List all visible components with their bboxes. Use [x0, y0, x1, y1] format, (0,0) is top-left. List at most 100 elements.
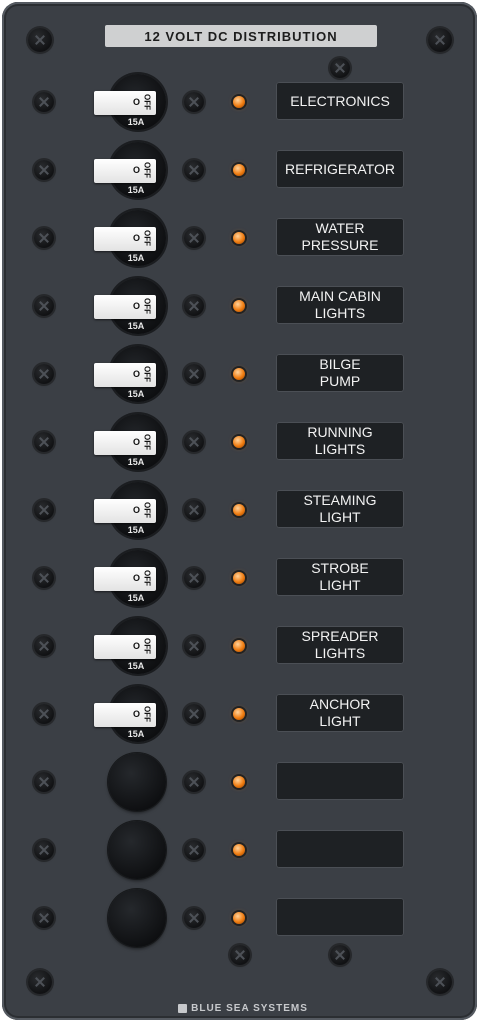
breaker-rating: 15A	[127, 185, 145, 195]
circuit-label-text: ELECTRONICS	[290, 92, 390, 109]
circuit-row: OFF O 15A ANCHOR LIGHT	[0, 684, 481, 744]
circuit-label: ELECTRONICS	[276, 82, 404, 120]
circuit-row	[0, 752, 481, 812]
breaker-off-text: OFF	[142, 434, 152, 450]
screw-icon	[330, 945, 350, 965]
breaker-off-text: OFF	[142, 638, 152, 654]
breaker-rating: 15A	[127, 117, 145, 127]
screw-icon	[34, 364, 54, 384]
indicator-led	[233, 504, 245, 516]
indicator-led	[233, 300, 245, 312]
circuit-row: OFF O 15A BILGE PUMP	[0, 344, 481, 404]
indicator-led	[233, 232, 245, 244]
screw-icon	[34, 500, 54, 520]
breaker-on-mark: O	[133, 641, 141, 651]
screw-icon	[34, 840, 54, 860]
breaker-on-mark: O	[133, 233, 141, 243]
circuit-label: RUNNING LIGHTS	[276, 422, 404, 460]
circuit-label-text: MAIN CABIN LIGHTS	[299, 288, 381, 321]
breaker-on-mark: O	[133, 709, 141, 719]
circuit-label: REFRIGERATOR	[276, 150, 404, 188]
circuit-label: BILGE PUMP	[276, 354, 404, 392]
circuit-row	[0, 888, 481, 948]
screw-icon	[184, 636, 204, 656]
screw-icon	[34, 772, 54, 792]
circuit-label	[276, 898, 404, 936]
breaker-rating: 15A	[127, 321, 145, 331]
breaker-on-mark: O	[133, 437, 141, 447]
blank-plug	[108, 753, 166, 811]
blank-plug	[108, 889, 166, 947]
circuit-row: OFF O 15A STROBE LIGHT	[0, 548, 481, 608]
screw-icon	[34, 704, 54, 724]
screw-icon	[28, 28, 52, 52]
breaker-off-text: OFF	[142, 570, 152, 586]
circuit-row: OFF O 15A REFRIGERATOR	[0, 140, 481, 200]
screw-icon	[184, 840, 204, 860]
screw-icon	[230, 945, 250, 965]
circuit-row: OFF O 15A ELECTRONICS	[0, 72, 481, 132]
circuit-label-text: SPREADER LIGHTS	[301, 628, 379, 661]
circuit-label	[276, 830, 404, 868]
breaker-off-text: OFF	[142, 162, 152, 178]
indicator-led	[233, 640, 245, 652]
blank-plug	[108, 821, 166, 879]
breaker-rating: 15A	[127, 729, 145, 739]
circuit-label: SPREADER LIGHTS	[276, 626, 404, 664]
screw-icon	[34, 636, 54, 656]
breaker-on-mark: O	[133, 165, 141, 175]
breaker-rating: 15A	[127, 593, 145, 603]
circuit-row: OFF O 15A MAIN CABIN LIGHTS	[0, 276, 481, 336]
circuit-label-text: WATER PRESSURE	[301, 220, 379, 253]
breaker-off-text: OFF	[142, 298, 152, 314]
screw-icon	[184, 296, 204, 316]
indicator-led	[233, 164, 245, 176]
circuit-label: WATER PRESSURE	[276, 218, 404, 256]
circuit-label: STEAMING LIGHT	[276, 490, 404, 528]
screw-icon	[34, 908, 54, 928]
screw-icon	[34, 160, 54, 180]
screw-icon	[184, 568, 204, 588]
breaker-off-text: OFF	[142, 94, 152, 110]
indicator-led	[233, 844, 245, 856]
breaker-on-mark: O	[133, 369, 141, 379]
circuit-label-text: RUNNING LIGHTS	[307, 424, 373, 457]
screw-icon	[184, 432, 204, 452]
circuit-row: OFF O 15A STEAMING LIGHT	[0, 480, 481, 540]
indicator-led	[233, 912, 245, 924]
screw-icon	[184, 160, 204, 180]
breaker-off-text: OFF	[142, 366, 152, 382]
circuit-row: OFF O 15A RUNNING LIGHTS	[0, 412, 481, 472]
breaker-rating: 15A	[127, 525, 145, 535]
breaker-rating: 15A	[127, 389, 145, 399]
brand-logo-icon	[178, 1003, 188, 1013]
indicator-led	[233, 436, 245, 448]
screw-icon	[184, 500, 204, 520]
screw-icon	[428, 28, 452, 52]
screw-icon	[34, 228, 54, 248]
brand-mark: BLUE SEA SYSTEMS	[168, 1000, 318, 1016]
breaker-off-text: OFF	[142, 502, 152, 518]
circuit-label-text: BILGE PUMP	[319, 356, 361, 389]
screw-icon	[34, 92, 54, 112]
circuit-row	[0, 820, 481, 880]
screw-icon	[184, 908, 204, 928]
breaker-rating: 15A	[127, 661, 145, 671]
brand-name: BLUE SEA SYSTEMS	[191, 1002, 308, 1014]
screw-icon	[184, 228, 204, 248]
screw-icon	[184, 704, 204, 724]
indicator-led	[233, 96, 245, 108]
screw-icon	[34, 432, 54, 452]
circuit-label-text: STEAMING LIGHT	[303, 492, 377, 525]
panel-title: 12 VOLT DC DISTRIBUTION	[105, 25, 377, 47]
screw-icon	[34, 296, 54, 316]
breaker-on-mark: O	[133, 301, 141, 311]
circuit-row: OFF O 15A WATER PRESSURE	[0, 208, 481, 268]
breaker-rating: 15A	[127, 457, 145, 467]
breaker-rating: 15A	[127, 253, 145, 263]
indicator-led	[233, 776, 245, 788]
indicator-led	[233, 708, 245, 720]
circuit-label: ANCHOR LIGHT	[276, 694, 404, 732]
circuit-row: OFF O 15A SPREADER LIGHTS	[0, 616, 481, 676]
breaker-on-mark: O	[133, 505, 141, 515]
